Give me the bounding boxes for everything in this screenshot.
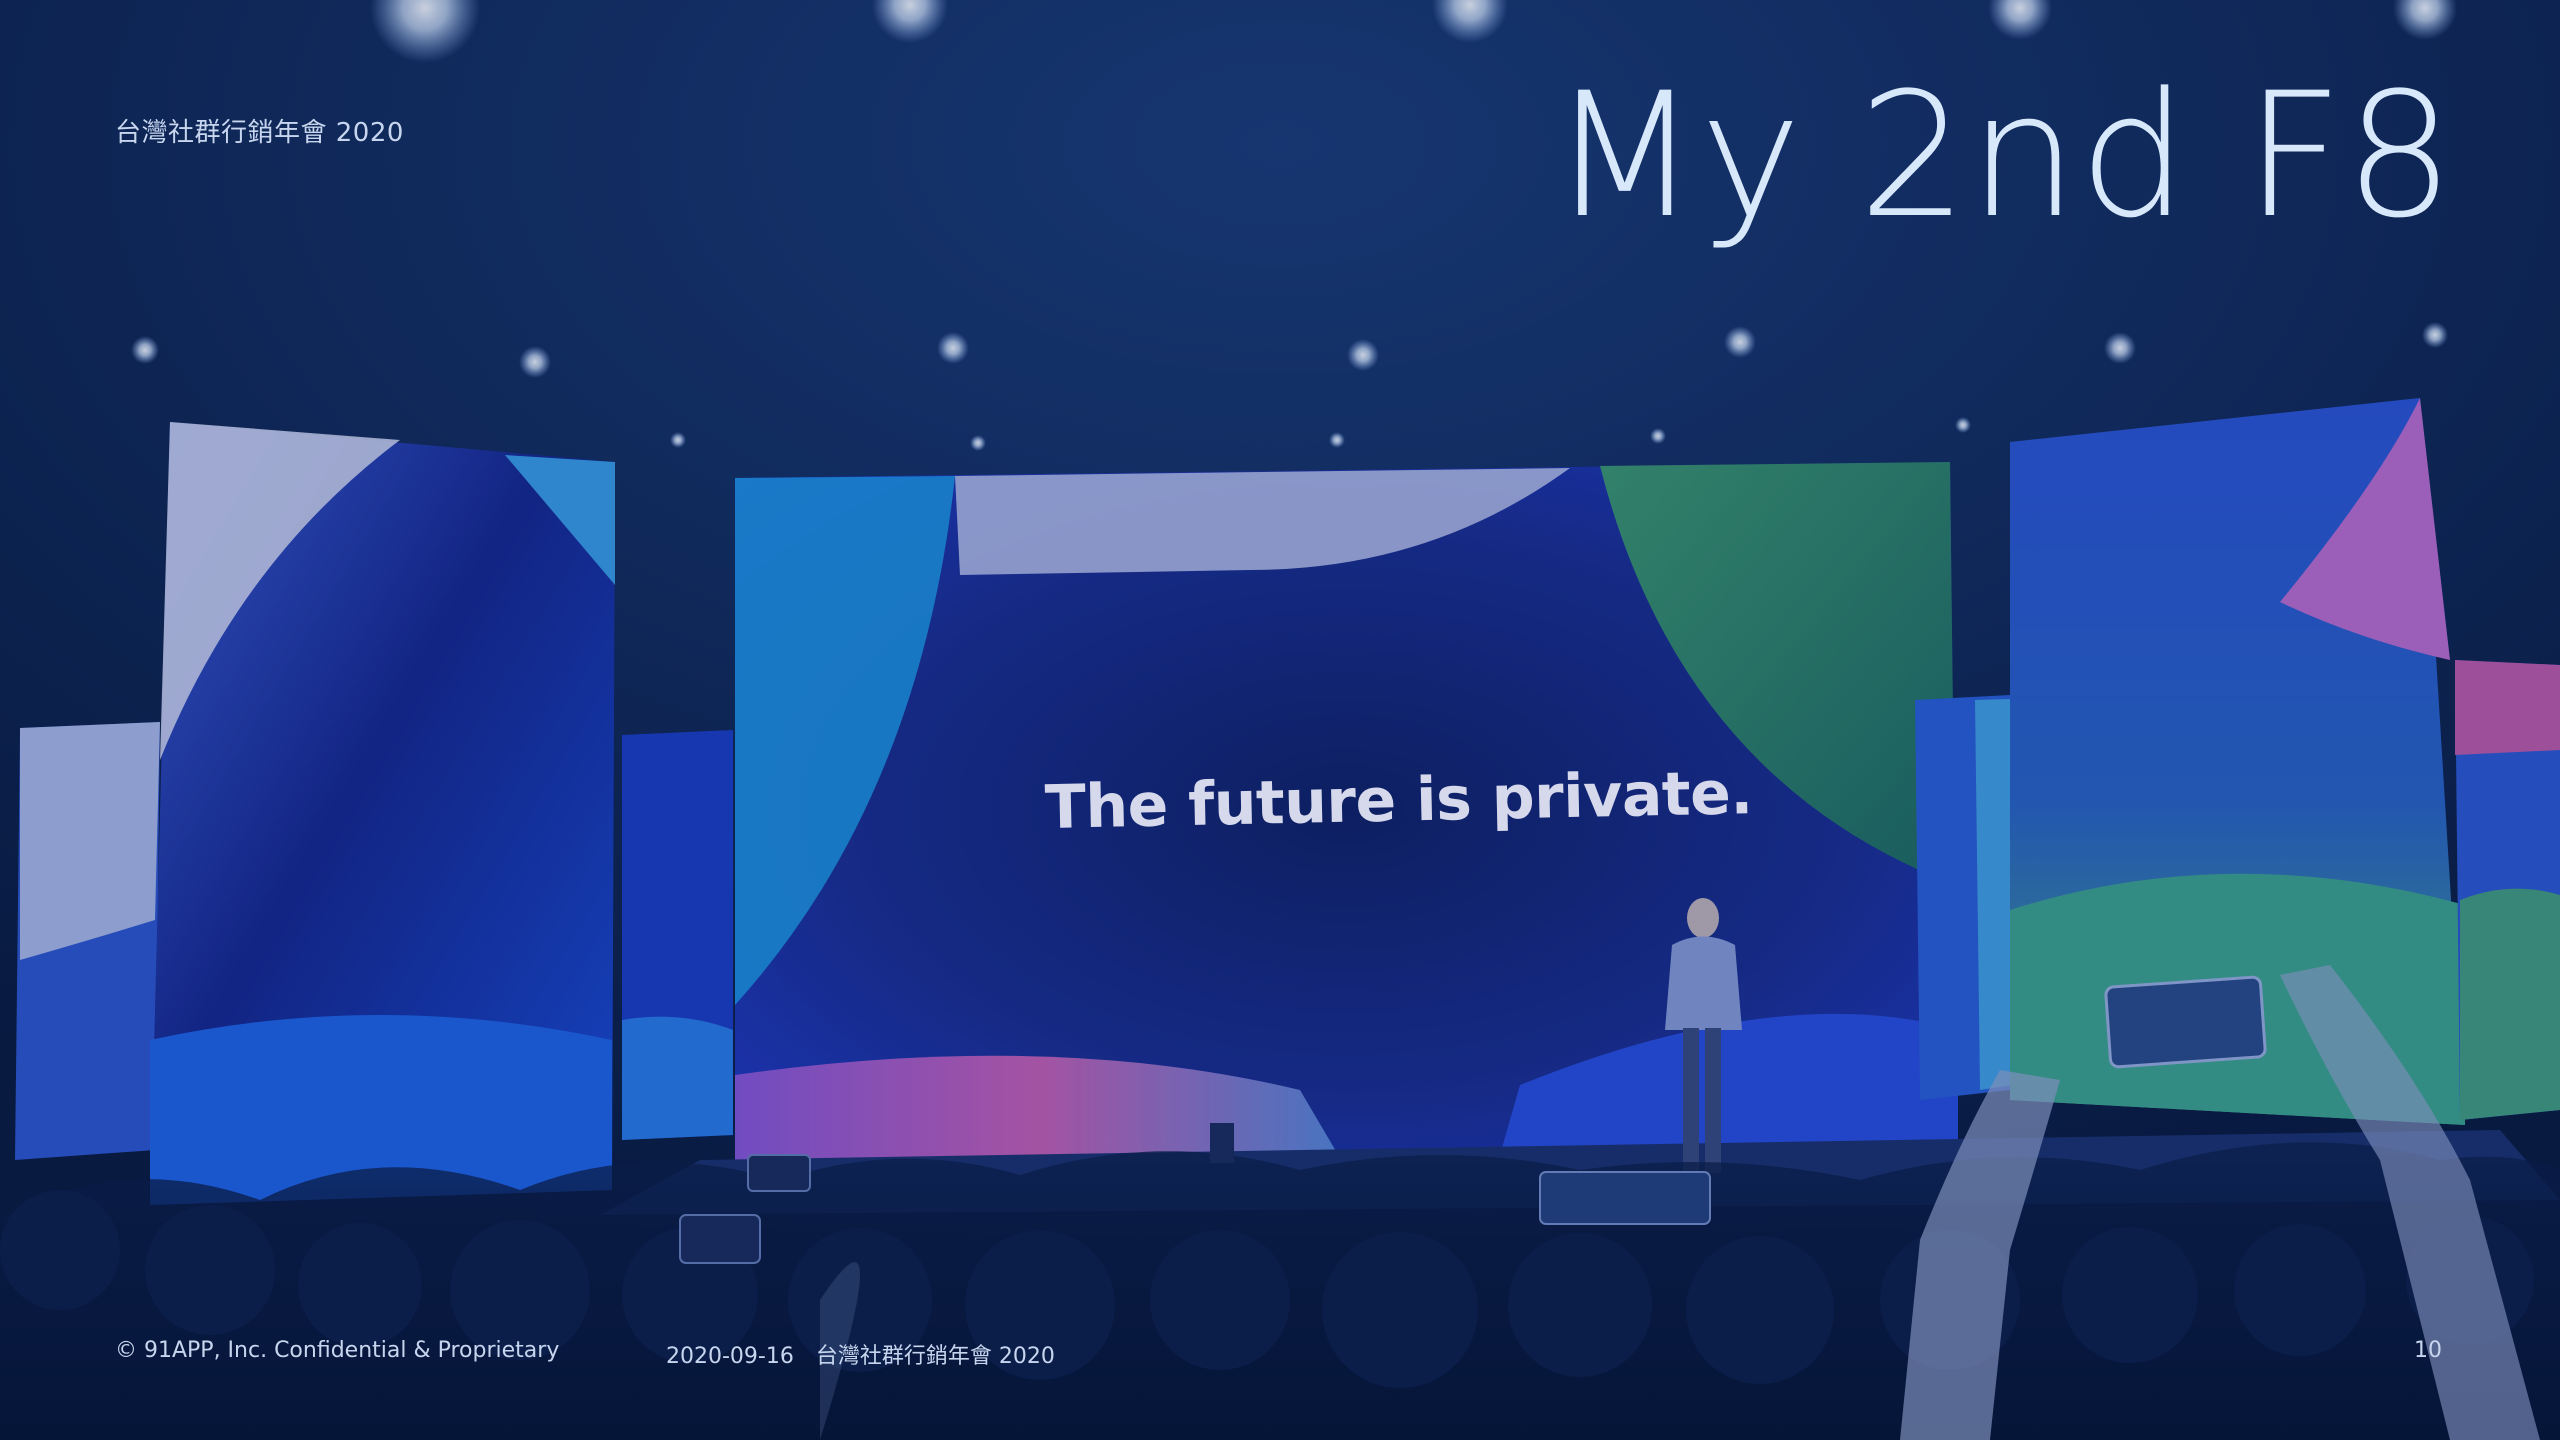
presentation-slide: The future is private. 台灣社群行銷年會 2020 My …: [0, 0, 2560, 1440]
footer-meta: 2020-09-16 台灣社群行銷年會 2020: [666, 1338, 1055, 1370]
stage-screen-text: The future is private.: [1044, 758, 1754, 843]
event-label: 台灣社群行銷年會 2020: [115, 118, 404, 148]
footer-copyright: © 91APP, Inc. Confidential & Proprietary: [115, 1338, 560, 1363]
footer-event: 台灣社群行銷年會 2020: [815, 1344, 1055, 1369]
slide-title: My 2nd F8: [1550, 55, 2455, 256]
footer-date: 2020-09-16: [666, 1344, 794, 1369]
page-number: 10: [2414, 1338, 2442, 1363]
